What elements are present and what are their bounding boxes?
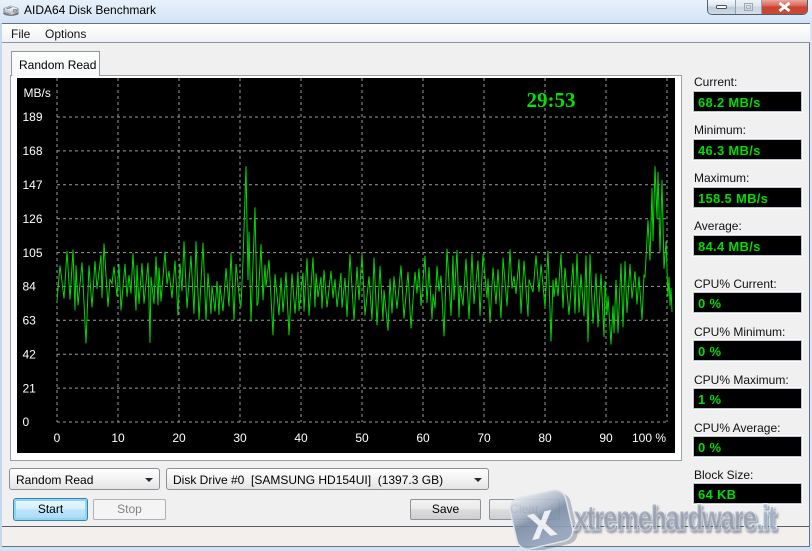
svg-text:60: 60 (416, 431, 430, 445)
svg-text:168: 168 (23, 144, 43, 158)
svg-text:0: 0 (23, 415, 30, 429)
svg-text:147: 147 (23, 178, 43, 192)
svg-text:105: 105 (23, 246, 43, 260)
svg-text:10: 10 (111, 431, 125, 445)
svg-text:30: 30 (233, 431, 247, 445)
svg-text:50: 50 (355, 431, 369, 445)
svg-text:100 %: 100 % (632, 431, 666, 445)
svg-text:80: 80 (538, 431, 552, 445)
svg-text:21: 21 (23, 381, 37, 395)
svg-text:70: 70 (477, 431, 491, 445)
svg-text:42: 42 (23, 347, 37, 361)
svg-text:xtremehardware.it: xtremehardware.it (574, 500, 777, 537)
svg-text:84: 84 (23, 280, 37, 294)
svg-text:0: 0 (54, 431, 61, 445)
svg-text:MB/s: MB/s (24, 86, 51, 100)
svg-text:90: 90 (599, 431, 613, 445)
svg-text:29:53: 29:53 (527, 88, 576, 112)
svg-text:63: 63 (23, 314, 37, 328)
svg-text:20: 20 (172, 431, 186, 445)
svg-text:189: 189 (23, 110, 43, 124)
svg-text:126: 126 (23, 212, 43, 226)
svg-text:40: 40 (294, 431, 308, 445)
